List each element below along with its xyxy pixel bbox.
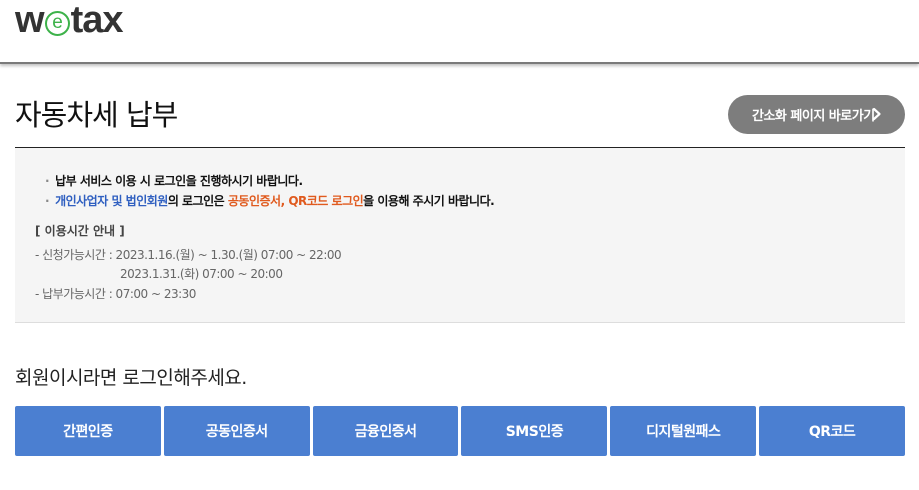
notice-line-login-text: 납부 서비스 이용 시 로그인을 진행하시기 바랍니다. (55, 174, 303, 188)
business-member-highlight: 개인사업자 및 법인회원 (55, 194, 168, 208)
qr-code-button[interactable]: QR코드 (759, 406, 905, 456)
digital-onepass-button[interactable]: 디지털원패스 (610, 406, 757, 456)
chevron-right-icon (872, 107, 881, 121)
usage-time-title: [ 이용시간 안내 ] (35, 224, 125, 238)
cert-qr-highlight: 공동인증서, QR코드 로그인 (227, 194, 364, 208)
simple-page-button-label: 간소화 페이지 바로가기 (752, 109, 875, 124)
notice-line-business: · 개인사업자 및 법인회원의 로그인은 공동인증서, QR코드 로그인을 이용해… (45, 192, 495, 209)
bullet-dot: · (45, 174, 50, 188)
logo-letters-tax: tax (70, 0, 124, 41)
payment-time-line: - 납부가능시간 : 07:00 ~ 23:30 (35, 287, 196, 301)
notice-box: · 납부 서비스 이용 시 로그인을 진행하시기 바랍니다. · 개인사업자 및 법… (15, 147, 905, 323)
logo-letter-e-circle: e (44, 10, 70, 36)
site-header: w e tax (0, 0, 919, 64)
application-time-line-2: 2023.1.31.(화) 07:00 ~ 20:00 (120, 267, 283, 281)
login-message: 회원이시라면 로그인해주세요. (15, 367, 247, 389)
notice-line-login: · 납부 서비스 이용 시 로그인을 진행하시기 바랍니다. (45, 172, 303, 189)
application-time-line: - 신청가능시간 : 2023.1.16.(월) ~ 1.30.(월) 07:0… (35, 248, 342, 262)
sms-auth-button[interactable]: SMS인증 (461, 406, 608, 456)
notice-text: 의 로그인은 (167, 194, 228, 208)
auth-method-buttons: 간편인증 공동인증서 금융인증서 SMS인증 디지털원패스 QR코드 (15, 406, 905, 456)
notice-text: 을 이용해 주시기 바랍니다. (363, 194, 495, 208)
logo-letter-w: w (15, 0, 45, 41)
page-title: 자동차세 납부 (15, 98, 178, 132)
simple-page-button[interactable]: 간소화 페이지 바로가기 (728, 95, 905, 134)
financial-certificate-button[interactable]: 금융인증서 (312, 406, 459, 456)
bullet-dot: · (45, 194, 50, 208)
simple-auth-button[interactable]: 간편인증 (15, 406, 161, 456)
wetax-logo[interactable]: w e tax (15, 0, 124, 41)
joint-certificate-button[interactable]: 공동인증서 (163, 406, 310, 456)
